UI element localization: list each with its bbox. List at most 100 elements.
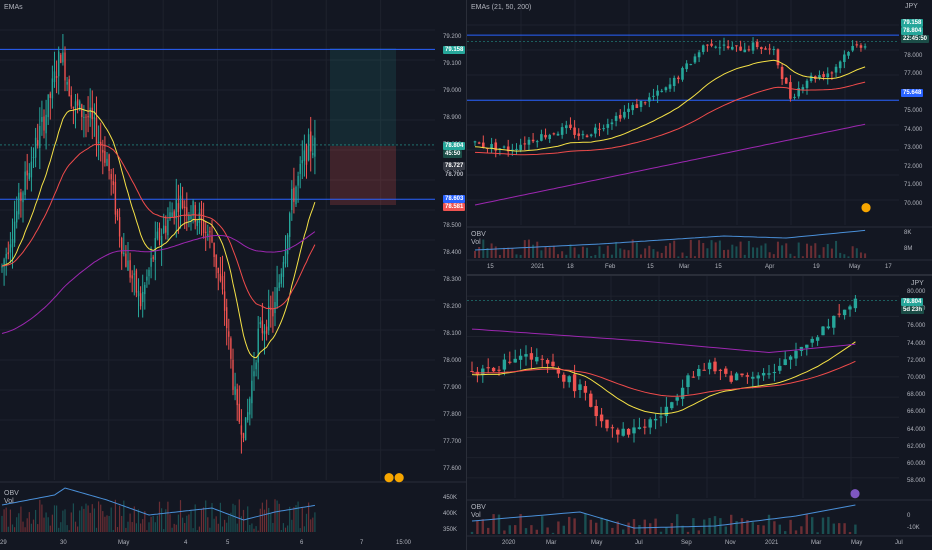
left-volume-bar: [87, 505, 89, 532]
left-candle: [123, 252, 125, 255]
left-obv-tick: 450K: [443, 495, 458, 501]
left-candle: [135, 270, 138, 293]
tr-candle: [801, 87, 805, 90]
br-candle: [616, 429, 620, 435]
tr-candle: [556, 133, 560, 136]
bottom-right-candle-chart[interactable]: [467, 276, 932, 550]
br-price-tick: 60.000: [907, 461, 926, 467]
left-obv-label[interactable]: OBV: [4, 490, 19, 497]
br-candle: [821, 326, 825, 336]
tr-volume-bar: [851, 246, 854, 258]
left-volume-bar: [177, 514, 179, 532]
br-candle: [783, 359, 787, 366]
br-candle: [626, 428, 631, 435]
left-candle: [144, 284, 146, 295]
br-volume-bar: [719, 518, 722, 534]
bottom-right-chart-pane[interactable]: JPY OBV Vol 80.00078.00076.00074.00072.0…: [467, 276, 932, 550]
left-chart-pane[interactable]: EMAs OBV Vol 79.200 79.100 79.000 78.900 78.…: [0, 0, 466, 550]
tr-candle: [764, 48, 767, 50]
tr-candle: [643, 102, 647, 104]
br-candle: [826, 326, 831, 329]
left-candle: [312, 152, 314, 156]
tr-candle: [589, 134, 593, 136]
br-volume-bar: [497, 514, 501, 534]
left-candle: [127, 260, 129, 271]
tr-indicator-label[interactable]: EMAs (21, 50, 200): [471, 4, 531, 11]
br-events-icon[interactable]: ⬤: [850, 488, 860, 499]
tr-candle: [693, 56, 697, 63]
br-volume-bar: [600, 517, 603, 534]
tr-vol-label[interactable]: Vol: [471, 239, 481, 246]
br-volume-bar: [578, 532, 582, 534]
top-right-chart-pane[interactable]: EMAs (21, 50, 200) JPY OBV Vol 79.00078.…: [467, 0, 932, 274]
left-volume-bar: [272, 522, 274, 532]
left-candle: [131, 275, 133, 279]
left-candle-chart[interactable]: [0, 0, 466, 550]
left-volume-bar: [263, 509, 266, 532]
tr-candle: [664, 87, 668, 91]
left-candle: [47, 94, 49, 118]
left-volume-bar: [232, 503, 234, 532]
br-candle: [578, 384, 582, 390]
tr-candle: [560, 127, 564, 135]
tr-time-tick: Feb: [605, 264, 616, 270]
left-candle: [196, 221, 198, 226]
tr-price-tick: 74.000: [904, 126, 923, 133]
tr-candle: [548, 134, 551, 139]
left-candle: [257, 328, 259, 363]
left-volume-bar: [108, 515, 110, 532]
tr-events-icon[interactable]: ⬤: [861, 202, 871, 213]
left-volume-bar: [123, 500, 125, 532]
left-volume-bar: [64, 509, 66, 532]
br-obv-label[interactable]: OBV: [471, 504, 486, 511]
tr-volume-bar: [731, 244, 734, 258]
left-volume-bar: [184, 523, 186, 532]
left-volume-bar: [194, 504, 196, 532]
left-volume-bar: [295, 505, 297, 532]
br-candle: [653, 418, 658, 421]
left-volume-bar: [255, 526, 257, 532]
left-indicator-label[interactable]: EMAs: [4, 4, 23, 11]
left-candle: [81, 104, 83, 118]
tr-volume-bar: [577, 254, 580, 258]
tr-volume-bar: [548, 247, 551, 258]
tr-candle: [863, 46, 867, 48]
left-volume-bar: [83, 508, 85, 532]
left-volume-bar: [297, 501, 299, 532]
left-volume-bar: [106, 515, 108, 532]
left-candle: [301, 160, 303, 164]
br-volume-bar: [757, 524, 760, 534]
left-volume-bar: [148, 522, 150, 532]
br-volume-bar: [524, 528, 528, 534]
top-right-candle-chart[interactable]: [467, 0, 932, 274]
tr-volume-bar: [727, 249, 730, 258]
left-candle: [18, 192, 20, 215]
left-candle: [83, 116, 85, 118]
left-candle: [137, 291, 140, 297]
left-volume-bar: [137, 509, 140, 532]
br-volume-bar: [767, 514, 771, 534]
br-vol-label[interactable]: Vol: [471, 512, 481, 519]
left-volume-bar: [217, 523, 219, 532]
tr-candle: [855, 44, 859, 46]
br-time-tick: Mar: [546, 540, 557, 546]
left-vol-label[interactable]: Vol: [4, 498, 14, 505]
tr-volume-bar: [602, 253, 605, 258]
left-volume-bar: [215, 516, 217, 532]
left-volume-bar: [211, 503, 213, 532]
tr-obv-label[interactable]: OBV: [471, 231, 486, 238]
br-time-tick: 2021: [765, 540, 779, 546]
br-volume-bar: [832, 523, 835, 534]
tr-volume-bar: [523, 240, 526, 258]
left-volume-bar: [70, 512, 72, 532]
tr-volume-bar: [656, 251, 659, 258]
tr-volume-bar: [640, 254, 642, 258]
tr-time-tick: 19: [813, 264, 820, 270]
left-volume-bar: [310, 519, 312, 532]
tr-candle: [851, 45, 854, 51]
left-events-icon[interactable]: ⬤⬤: [384, 472, 404, 483]
left-candle: [139, 293, 142, 307]
tr-candle: [577, 133, 581, 136]
br-price-tick: 62.000: [907, 443, 926, 450]
left-candle: [91, 107, 93, 120]
